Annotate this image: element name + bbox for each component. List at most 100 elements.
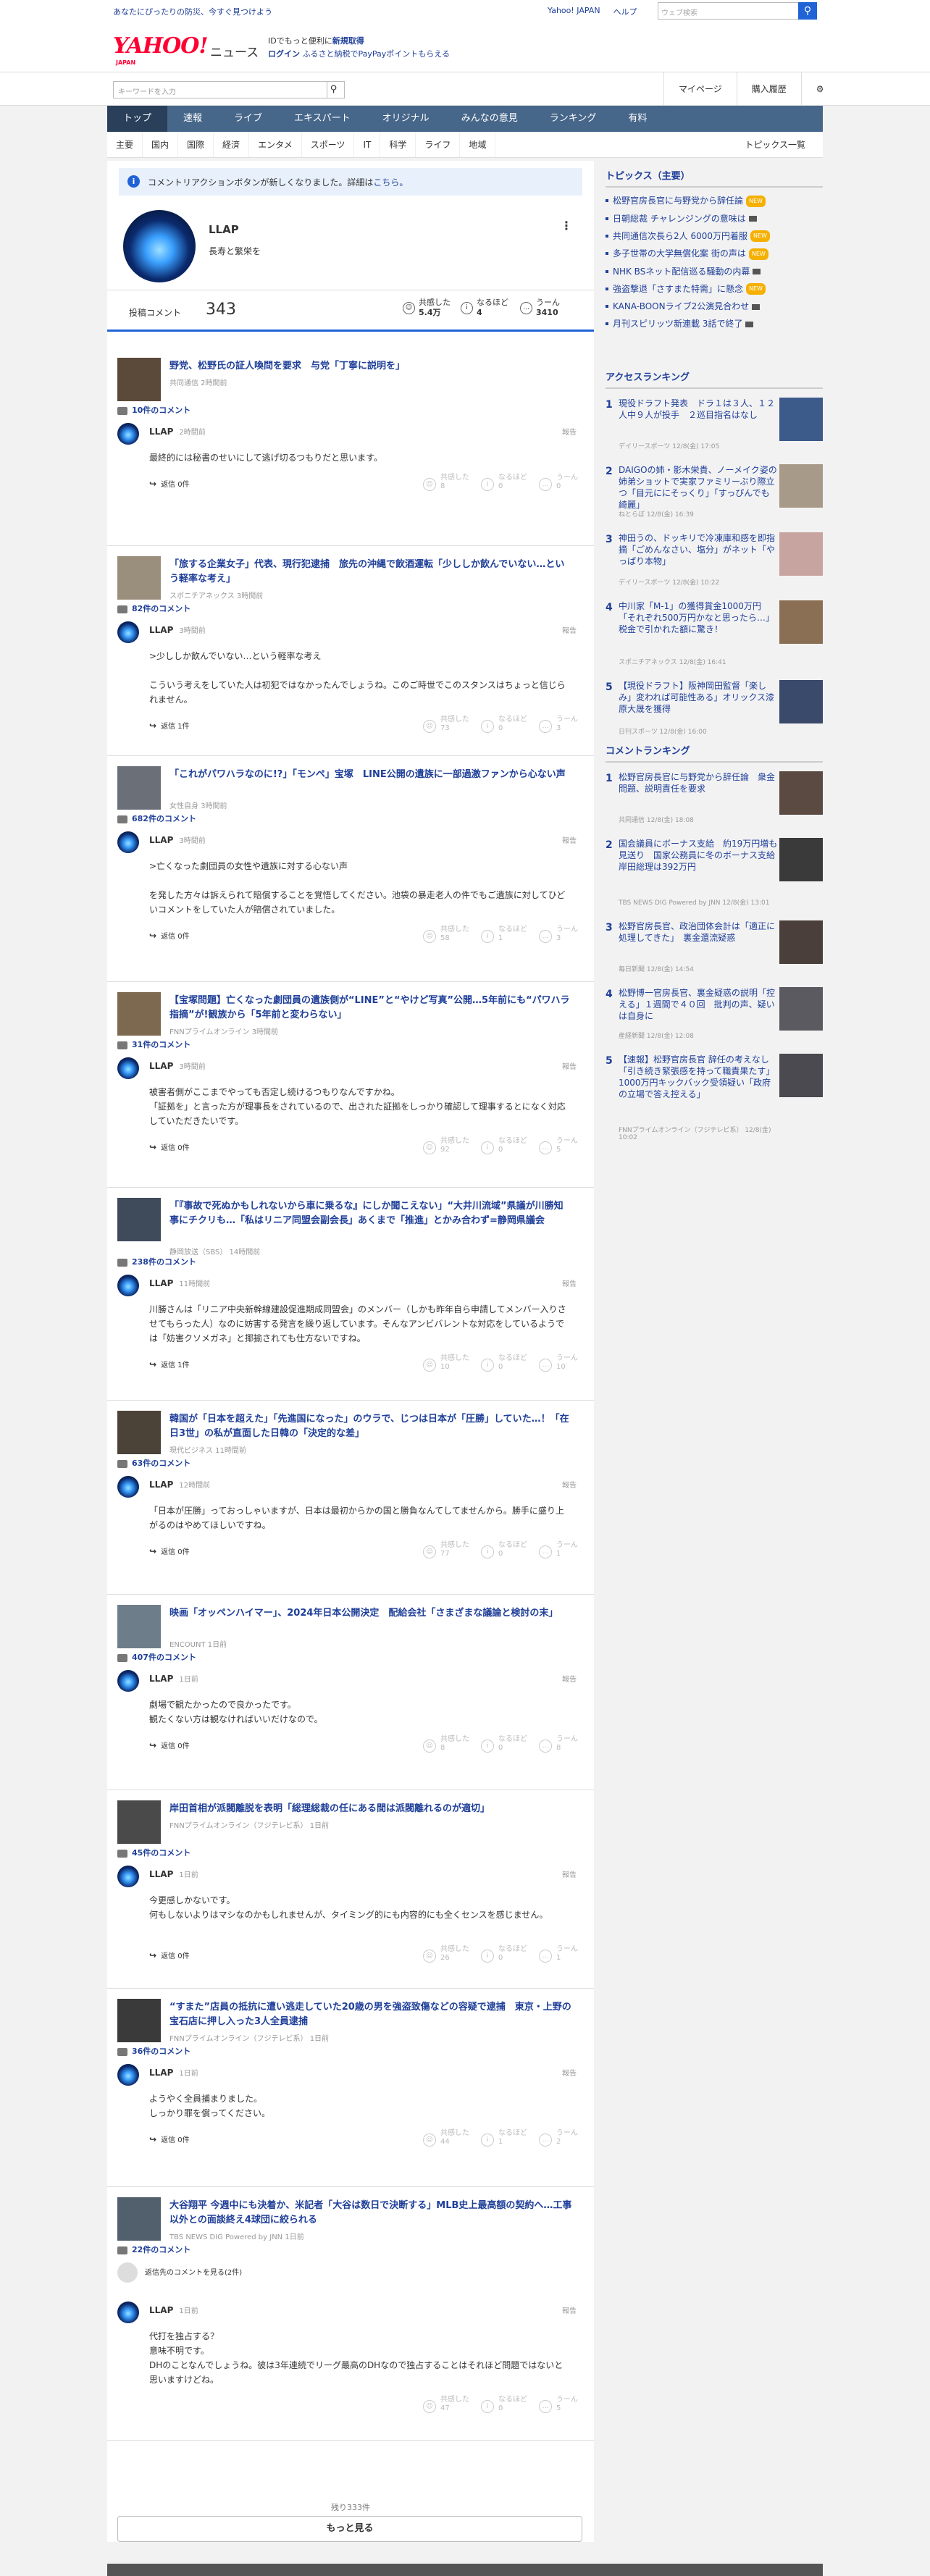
rank-title[interactable]: 中川家「M-1」の獲得賞金1000万円「それぞれ500万円かなと思ったら…」税金… — [619, 600, 778, 635]
cat-economy[interactable]: 経済 — [214, 132, 250, 157]
keyword-search-icon[interactable]: ⚲ — [323, 81, 345, 98]
mypage-button[interactable]: マイページ — [663, 72, 737, 106]
ranking-item[interactable]: 1 松野官房長官に与野党から辞任論 衆金問題、説明責任を要求 共同通信 12/8… — [606, 767, 823, 834]
reply-button[interactable]: ↪ 返信 0件 — [149, 478, 190, 489]
view-parent-comment[interactable]: 返信先のコメントを見る(2件) — [117, 2262, 242, 2283]
rank-title[interactable]: 松野博一官房長官、裏金疑惑の説明「控える」１週間で４０回 批判の声、疑いは自身に — [619, 987, 778, 1022]
reply-button[interactable]: ↪ 返信 0件 — [149, 1950, 190, 1960]
topic-item[interactable]: 強盗撃退「さすまた特需」に懸念 NEW — [606, 280, 823, 298]
naruhodo-button[interactable]: i なるほど 0 — [481, 1945, 527, 1963]
reply-button[interactable]: ↪ 返信 0件 — [149, 1141, 190, 1152]
user-avatar[interactable] — [117, 1057, 139, 1079]
cat-it[interactable]: IT — [354, 132, 381, 157]
empathy-button[interactable]: ☺ 共感した 26 — [423, 1945, 469, 1963]
ranking-item[interactable]: 4 松野博一官房長官、裏金疑惑の説明「控える」１週間で４０回 批判の声、疑いは自… — [606, 983, 823, 1049]
gear-icon[interactable]: ⚙ — [800, 72, 839, 106]
naruhodo-button[interactable]: i なるほど 1 — [481, 926, 527, 943]
naruhodo-button[interactable]: i なるほど 0 — [481, 1137, 527, 1154]
uun-button[interactable]: … うーん 1 — [539, 1945, 578, 1963]
topic-item[interactable]: KANA-BOONライブ2公演見合わせ — [606, 298, 823, 315]
ranking-item[interactable]: 3 松野官房長官、政治団体会計は「適正に処理してきた」 裏金還流疑惑 毎日新聞 … — [606, 916, 823, 983]
rank-title[interactable]: 松野官房長官に与野党から辞任論 衆金問題、説明責任を要求 — [619, 771, 778, 794]
user-avatar[interactable] — [117, 621, 139, 643]
article-title[interactable]: 映画「オッペンハイマー」、2024年日本公開決定 配給会社「さまざまな議論と検討… — [169, 1606, 572, 1621]
cat-domestic[interactable]: 国内 — [143, 132, 179, 157]
promo-link[interactable]: あなたにぴったりの防災、今すぐ見つけよう — [113, 6, 272, 17]
uun-button[interactable]: … うーん 10 — [539, 1354, 578, 1372]
user-name[interactable]: LLAP 1日前 — [149, 1673, 198, 1684]
user-name[interactable]: LLAP 1日前 — [149, 2304, 198, 2315]
empathy-button[interactable]: ☺ 共感した 58 — [423, 926, 469, 943]
report-link[interactable]: 報告 — [562, 1479, 577, 1490]
article-title[interactable]: 【宝塚問題】亡くなった劇団員の遺族側が“LINE”と“やけど写真”公開…5年前に… — [169, 994, 572, 1023]
signup-link[interactable]: 新規取得 — [332, 36, 364, 46]
user-avatar[interactable] — [117, 1476, 139, 1498]
comment-count-link[interactable]: 36件のコメント — [117, 2045, 190, 2057]
comment-count-link[interactable]: 238件のコメント — [117, 1256, 196, 1267]
article-title[interactable]: 「これがパワハラなのに!?」「モンペ」宝塚 LINE公開の遺族に一部過激ファンか… — [169, 768, 572, 782]
load-more-button[interactable]: もっと見る — [117, 2516, 582, 2542]
purchase-history-button[interactable]: 購入履歴 — [736, 72, 801, 106]
user-avatar[interactable] — [117, 423, 139, 445]
reply-button[interactable]: ↪ 返信 1件 — [149, 1359, 190, 1369]
topic-item[interactable]: NHK BSネット配信巡る騒動の内幕 — [606, 263, 823, 280]
comment-count-link[interactable]: 63件のコメント — [117, 1457, 190, 1469]
search-icon[interactable]: ⚲ — [798, 2, 817, 20]
report-link[interactable]: 報告 — [562, 1060, 577, 1071]
yahoo-logo[interactable]: YAHOO! — [113, 33, 209, 59]
comment-count-link[interactable]: 10件のコメント — [117, 404, 190, 416]
reply-button[interactable]: ↪ 返信 0件 — [149, 1545, 190, 1556]
rank-title[interactable]: 【速報】松野官房長官 辞任の考えなし「引き続き緊張感を持って職責果たす」 100… — [619, 1054, 779, 1100]
comment-count-link[interactable]: 22件のコメント — [117, 2244, 190, 2255]
reply-button[interactable]: ↪ 返信 0件 — [149, 930, 190, 941]
reply-button[interactable]: ↪ 返信 0件 — [149, 1740, 190, 1750]
rank-title[interactable]: DAIGOの姉・影木栄貴、ノーメイク姿の姉弟ショットで実家ファミリーぶり際立つ「… — [619, 464, 778, 511]
uun-button[interactable]: … うーん 2 — [539, 2129, 578, 2147]
empathy-button[interactable]: ☺ 共感した 77 — [423, 1541, 469, 1558]
uun-button[interactable]: … うーん 5 — [539, 2396, 578, 2413]
report-link[interactable]: 報告 — [562, 834, 577, 845]
empathy-button[interactable]: ☺ 共感した 92 — [423, 1137, 469, 1154]
report-link[interactable]: 報告 — [562, 1277, 577, 1288]
user-avatar[interactable] — [117, 1275, 139, 1296]
comment-count-link[interactable]: 407件のコメント — [117, 1651, 196, 1663]
ranking-item[interactable]: 2 国会議員にボーナス支給 約19万円増も見送り 国家公務員に冬のボーナス支給 … — [606, 834, 823, 916]
article-title[interactable]: 野党、松野氏の証人喚問を要求 与党「丁寧に説明を」 — [169, 359, 572, 374]
keyword-input[interactable]: キーワードを入力 — [113, 81, 327, 98]
user-name[interactable]: LLAP 3時間前 — [149, 1060, 206, 1071]
cat-entertainment[interactable]: エンタメ — [249, 132, 302, 157]
rank-title[interactable]: 国会議員にボーナス支給 約19万円増も見送り 国家公務員に冬のボーナス支給 岸田… — [619, 838, 784, 873]
ranking-item[interactable]: 1 現役ドラフト発表 ドラ１は３人、１２人中９人が投手 ２巡目指名はなし デイリ… — [606, 393, 823, 460]
empathy-button[interactable]: ☺ 共感した 10 — [423, 1354, 469, 1372]
article-title[interactable]: 「『事故で死ぬかもしれないから車に乗るな』にしか聞こえない」“大井川流域”県議が… — [169, 1199, 572, 1228]
rank-title[interactable]: 現役ドラフト発表 ドラ１は３人、１２人中９人が投手 ２巡目指名はなし — [619, 398, 778, 421]
comment-count-link[interactable]: 45件のコメント — [117, 1847, 190, 1858]
rank-title[interactable]: 松野官房長官、政治団体会計は「適正に処理してきた」 裏金還流疑惑 — [619, 920, 778, 944]
report-link[interactable]: 報告 — [562, 2067, 577, 2078]
naruhodo-button[interactable]: i なるほど 0 — [481, 2396, 527, 2413]
topics-list-link[interactable]: トピックス一覧 — [736, 132, 814, 158]
article-title[interactable]: 大谷翔平 今週中にも決着か、米記者「大谷は数日で決断する」MLB史上最高額の契約… — [169, 2199, 572, 2228]
service-name[interactable]: ニュース — [210, 42, 259, 60]
web-search-input[interactable]: ウェブ検索 — [658, 2, 804, 20]
topic-item[interactable]: 日朝総裁 チャレンジングの意味は — [606, 210, 823, 227]
uun-button[interactable]: … うーん 1 — [539, 1541, 578, 1558]
login-link[interactable]: ログイン — [268, 49, 300, 59]
reply-button[interactable]: ↪ 返信 1件 — [149, 720, 190, 731]
report-link[interactable]: 報告 — [562, 2304, 577, 2315]
empathy-button[interactable]: ☺ 共感した 73 — [423, 716, 469, 733]
uun-button[interactable]: … うーん 5 — [539, 1137, 578, 1154]
cat-local[interactable]: 地域 — [460, 132, 496, 157]
nav-paid[interactable]: 有料 — [612, 106, 663, 132]
ranking-item[interactable]: 5 【速報】松野官房長官 辞任の考えなし「引き続き緊張感を持って職責果たす」 1… — [606, 1049, 823, 1144]
empathy-button[interactable]: ☺ 共感した 8 — [423, 474, 469, 491]
cat-world[interactable]: 国際 — [178, 132, 214, 157]
comment-count-link[interactable]: 682件のコメント — [117, 813, 196, 824]
nav-original[interactable]: オリジナル — [366, 106, 445, 132]
topic-item[interactable]: 多子世帯の大学無償化案 街の声は NEW — [606, 245, 823, 263]
naruhodo-button[interactable]: i なるほど 0 — [481, 474, 527, 491]
empathy-button[interactable]: ☺ 共感した 44 — [423, 2129, 469, 2147]
uun-button[interactable]: … うーん 3 — [539, 716, 578, 733]
help-link[interactable]: ヘルプ — [613, 6, 637, 17]
report-link[interactable]: 報告 — [562, 426, 577, 437]
